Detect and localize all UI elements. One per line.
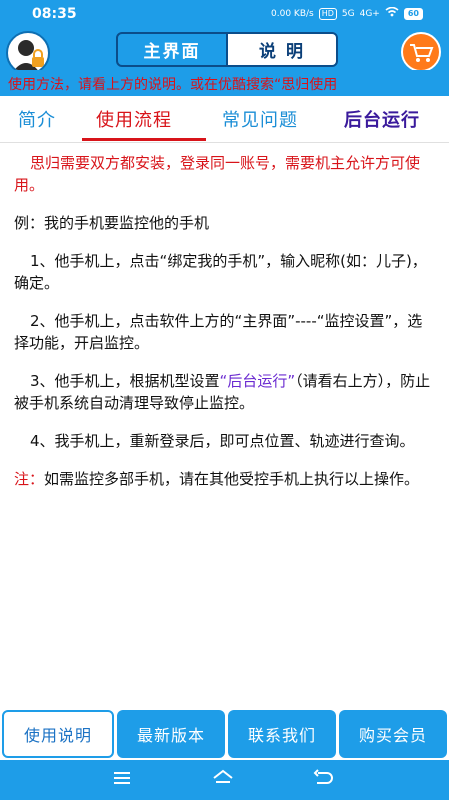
- tab-intro[interactable]: 简介: [18, 106, 56, 132]
- bottom-tab-contact[interactable]: 联系我们: [228, 710, 336, 758]
- signal-4g-icon: 4G+: [359, 8, 380, 19]
- usage-content: 思归需要双方都安装，登录同一账号，需要机主允许方可使用。 例：我的手机要监控他的…: [14, 152, 434, 506]
- intro-text: 思归需要双方都安装，登录同一账号，需要机主允许方可使用。: [14, 154, 421, 194]
- net-speed: 0.00 KB/s: [271, 8, 314, 19]
- example-text: 例：我的手机要监控他的手机: [14, 214, 210, 232]
- main-screen-button[interactable]: 主界面: [118, 34, 228, 65]
- battery-icon: 60: [403, 7, 423, 20]
- segmented-control: 主界面 说 明: [116, 32, 338, 67]
- hd-badge: HD: [318, 7, 337, 20]
- bottom-tab-buy-vip[interactable]: 购买会员: [339, 710, 447, 758]
- bottom-tab-bar: 使用说明 最新版本 联系我们 购买会员: [0, 710, 449, 758]
- note: 注：如需监控多部手机，请在其他受控手机上执行以上操作。: [14, 468, 434, 490]
- user-lock-avatar-icon[interactable]: [6, 31, 50, 75]
- tab-bar: 简介 使用流程 常见问题 后台运行: [0, 96, 449, 143]
- menu-icon[interactable]: [112, 768, 132, 793]
- signal-5g-icon: 5G: [341, 8, 355, 19]
- step-3: 3、他手机上，根据机型设置“后台运行”（请看右上方），防止被手机系统自动清理导致…: [14, 370, 434, 414]
- wifi-icon: [385, 6, 399, 20]
- step-2: 2、他手机上，点击软件上方的“主界面”----“监控设置”，选择功能，开启监控。: [14, 312, 423, 352]
- bottom-tab-usage[interactable]: 使用说明: [2, 710, 114, 758]
- tab-usage-flow[interactable]: 使用流程: [96, 106, 172, 132]
- status-time: 08:35: [32, 6, 77, 22]
- help-button[interactable]: 说 明: [228, 34, 336, 65]
- step-4: 4、我手机上，重新登录后，即可点位置、轨迹进行查询。: [30, 432, 415, 450]
- home-icon[interactable]: [212, 768, 234, 793]
- system-nav-bar: [0, 760, 449, 800]
- tab-faq[interactable]: 常见问题: [222, 106, 298, 132]
- bottom-tab-latest-version[interactable]: 最新版本: [117, 710, 225, 758]
- step-3-text-a: 3、他手机上，根据机型设置: [30, 372, 220, 390]
- status-icons: 0.00 KB/s HD 5G 4G+ 60: [271, 6, 423, 20]
- background-run-link[interactable]: “后台运行”: [220, 372, 296, 390]
- step-1: 1、他手机上，点击“绑定我的手机”，输入昵称(如：儿子)，确定。: [14, 252, 427, 292]
- top-bar: 主界面 说 明: [0, 28, 449, 75]
- note-text: 如需监控多部手机，请在其他受控手机上执行以上操作。: [44, 470, 420, 488]
- marquee-notice: 使用方法，请看上方的说明。或在优酷搜索“思归使用: [0, 70, 449, 96]
- shopping-cart-icon[interactable]: [401, 32, 441, 72]
- tab-background-run[interactable]: 后台运行: [344, 106, 420, 132]
- active-tab-indicator: [82, 138, 206, 141]
- back-icon[interactable]: [312, 768, 334, 793]
- marquee-text: 使用方法，请看上方的说明。或在优酷搜索“思归使用: [8, 77, 338, 93]
- note-label: 注：: [14, 470, 45, 488]
- status-bar: 08:35 0.00 KB/s HD 5G 4G+ 60: [0, 0, 449, 28]
